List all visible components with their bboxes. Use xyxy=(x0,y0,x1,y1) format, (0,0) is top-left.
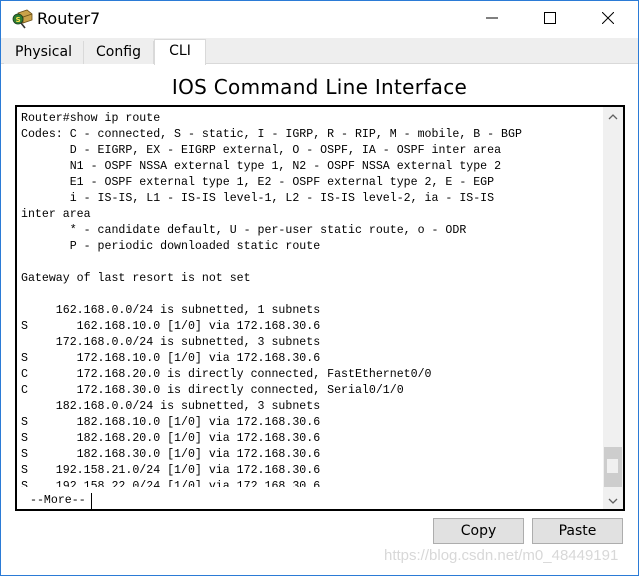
scroll-up-button[interactable] xyxy=(603,107,623,125)
terminal-line: 162.168.0.0/24 is subnetted, 1 subnets xyxy=(21,304,321,317)
terminal-line: Gateway of last resort is not set xyxy=(21,272,251,285)
tab-cli[interactable]: CLI xyxy=(154,39,206,65)
maximize-icon xyxy=(544,11,556,29)
terminal-line: S 192.158.22.0/24 [1/0] via 172.168.30.6 xyxy=(21,480,321,487)
svg-text:S: S xyxy=(16,16,21,24)
terminal-line: S 162.168.10.0 [1/0] via 172.168.30.6 xyxy=(21,320,321,333)
terminal-line: Router#show ip route xyxy=(21,112,161,125)
more-prompt-row[interactable]: --More-- xyxy=(17,493,92,509)
terminal-output[interactable]: Router#show ip route Codes: C - connected… xyxy=(21,111,603,487)
terminal-line: E1 - OSPF external type 1, E2 - OSPF ext… xyxy=(21,176,495,189)
terminal-line: 182.168.0.0/24 is subnetted, 3 subnets xyxy=(21,400,321,413)
terminal-line: S 172.168.10.0 [1/0] via 172.168.30.6 xyxy=(21,352,321,365)
close-button[interactable] xyxy=(585,1,631,38)
terminal-line: C 172.168.30.0 is directly connected, Se… xyxy=(21,384,404,397)
copy-button[interactable]: Copy xyxy=(433,518,524,544)
terminal-line: P - periodic downloaded static route xyxy=(21,240,321,253)
terminal-line: S 182.168.30.0 [1/0] via 172.168.30.6 xyxy=(21,448,321,461)
router-window: S Router7 Physical Config CLI IOS Comman… xyxy=(0,0,639,576)
vertical-scrollbar[interactable] xyxy=(603,107,623,509)
terminal-line: inter area xyxy=(21,208,91,221)
tab-config[interactable]: Config xyxy=(84,41,154,64)
tab-physical[interactable]: Physical xyxy=(4,41,84,64)
more-prompt: --More-- xyxy=(30,494,86,507)
window-title: Router7 xyxy=(37,9,101,28)
close-icon xyxy=(601,11,615,29)
chevron-up-icon xyxy=(608,107,618,125)
cli-terminal[interactable]: Router#show ip route Codes: C - connected… xyxy=(15,105,625,511)
paste-button[interactable]: Paste xyxy=(532,518,623,544)
terminal-line: Codes: C - connected, S - static, I - IG… xyxy=(21,128,522,141)
terminal-line: S 182.168.10.0 [1/0] via 172.168.30.6 xyxy=(21,416,321,429)
terminal-line: 172.168.0.0/24 is subnetted, 3 subnets xyxy=(21,336,321,349)
minimize-icon xyxy=(486,11,498,29)
terminal-line: i - IS-IS, L1 - IS-IS level-1, L2 - IS-I… xyxy=(21,192,495,205)
minimize-button[interactable] xyxy=(469,1,515,38)
terminal-line: * - candidate default, U - per-user stat… xyxy=(21,224,467,237)
tab-bar: Physical Config CLI xyxy=(1,38,638,65)
router-device-icon: S xyxy=(11,9,33,29)
text-cursor xyxy=(90,493,92,509)
terminal-line: N1 - OSPF NSSA external type 1, N2 - OSP… xyxy=(21,160,502,173)
terminal-line: S 182.168.20.0 [1/0] via 172.168.30.6 xyxy=(21,432,321,445)
terminal-line: S 192.158.21.0/24 [1/0] via 172.168.30.6 xyxy=(21,464,321,477)
terminal-line: D - EIGRP, EX - EIGRP external, O - OSPF… xyxy=(21,144,502,157)
page-title: IOS Command Line Interface xyxy=(171,75,468,99)
chevron-down-icon xyxy=(608,491,618,509)
terminal-line: C 172.168.20.0 is directly connected, Fa… xyxy=(21,368,432,381)
title-bar[interactable]: S Router7 xyxy=(1,1,638,38)
maximize-button[interactable] xyxy=(527,1,573,38)
watermark-text: https://blog.csdn.net/m0_48449191 xyxy=(384,547,619,564)
scroll-down-button[interactable] xyxy=(603,491,623,509)
scrollbar-thumb[interactable] xyxy=(607,459,618,473)
